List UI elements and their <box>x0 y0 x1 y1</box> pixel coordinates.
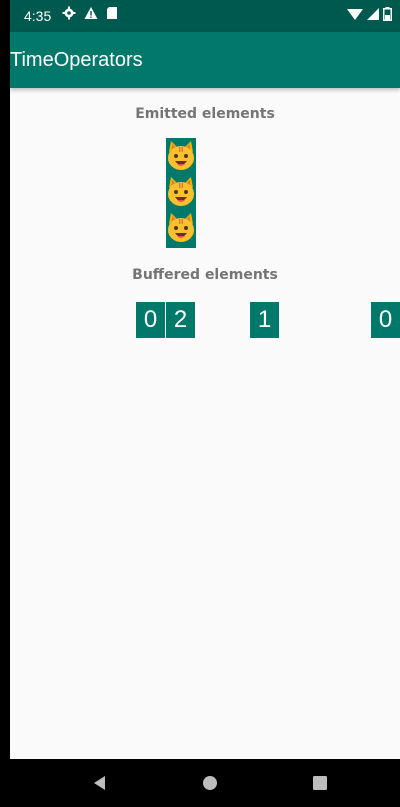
cat-face-icon <box>166 212 196 246</box>
wifi-icon <box>347 7 363 24</box>
buffered-box: 1 <box>250 302 279 338</box>
status-icons-left <box>62 6 118 23</box>
app-bar: TimeOperators <box>10 32 400 88</box>
home-icon[interactable] <box>200 773 220 793</box>
cat-face-icon <box>166 176 196 210</box>
signal-icon <box>367 7 379 24</box>
buffered-box: 2 <box>166 302 195 338</box>
status-time: 4:35 <box>24 8 52 24</box>
back-icon[interactable] <box>90 773 110 793</box>
buffered-box: 0 <box>136 302 165 338</box>
recents-icon[interactable] <box>310 773 330 793</box>
gear-icon <box>62 6 76 23</box>
emitted-elements-label: Emitted elements <box>135 106 275 122</box>
buffered-box: 0 <box>371 302 400 338</box>
battery-icon <box>383 7 392 24</box>
warning-icon <box>84 6 98 23</box>
sd-card-icon <box>106 6 118 23</box>
emitted-elements-column <box>166 138 196 248</box>
cat-face-icon <box>166 140 196 174</box>
navigation-bar <box>10 759 400 807</box>
app-title: TimeOperators <box>10 49 143 71</box>
status-bar: 4:35 <box>10 0 400 32</box>
buffered-elements-label: Buffered elements <box>132 267 278 283</box>
app-screen: 4:35 TimeOperators Emitted elements Buff… <box>10 0 400 807</box>
status-icons-right <box>347 7 392 24</box>
